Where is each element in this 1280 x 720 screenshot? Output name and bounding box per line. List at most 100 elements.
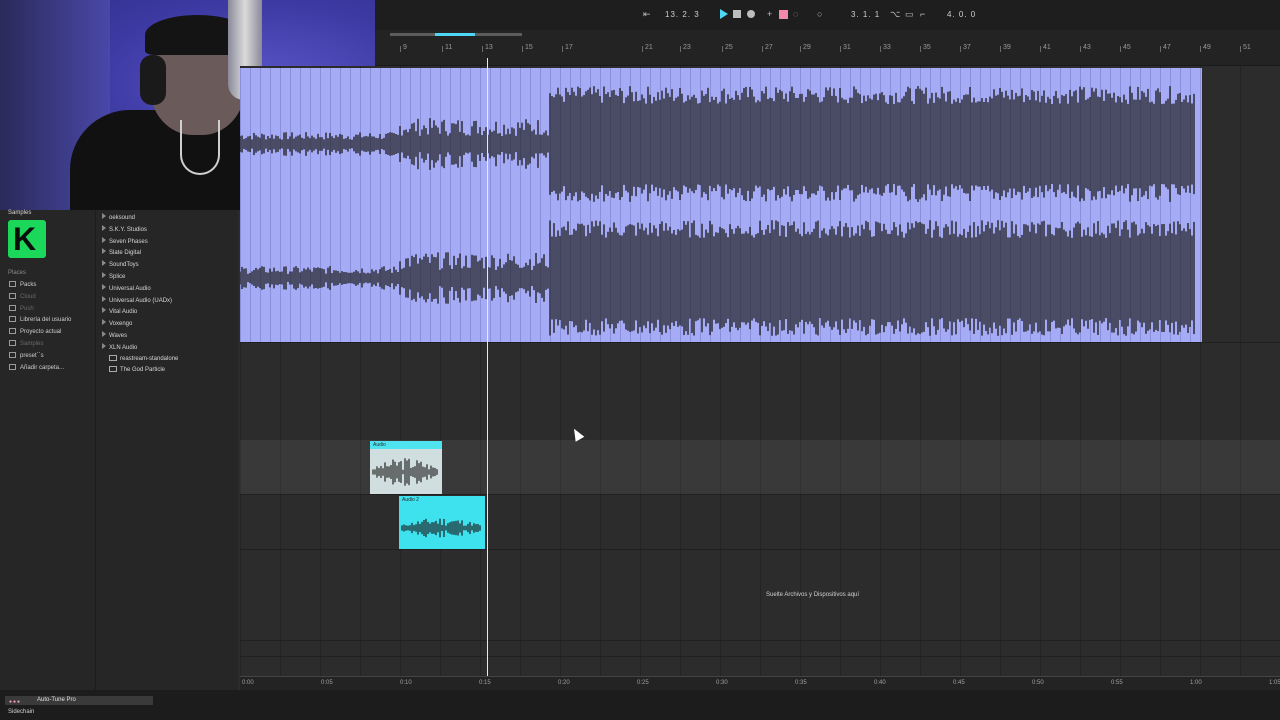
record-icon[interactable]: [747, 10, 755, 18]
bar-number: 51: [1240, 44, 1251, 52]
audio-clip-2[interactable]: Audio 2: [399, 496, 485, 549]
browser-item[interactable]: Waves: [102, 331, 127, 340]
audio-clip-main[interactable]: [240, 68, 1202, 342]
browser-item[interactable]: Splice: [102, 272, 125, 281]
expand-arrow-icon[interactable]: [102, 224, 106, 231]
browser-item[interactable]: The God Particle: [109, 366, 165, 374]
time-ruler[interactable]: 0:00 0:05 0:10 0:15 0:20 0:25 0:30 0:35 0:40 0:45…: [240, 676, 1280, 690]
time-tick: 0:45: [953, 680, 965, 686]
time-tick: 0:15: [479, 680, 491, 686]
expand-arrow-icon[interactable]: [102, 319, 106, 326]
bar-number: 37: [960, 44, 971, 52]
expand-arrow-icon[interactable]: [102, 283, 106, 290]
browser-item-label: Universal Audio (UADx): [109, 297, 173, 304]
expand-arrow-icon[interactable]: [102, 295, 106, 302]
expand-arrow-icon[interactable]: [102, 331, 106, 337]
browser-item[interactable]: Slate Digital: [102, 248, 141, 257]
expand-arrow-icon[interactable]: [102, 272, 106, 278]
places-item-label: Proyecto actual: [20, 329, 62, 336]
loop-brace[interactable]: [390, 33, 522, 36]
places-item[interactable]: Push: [9, 304, 34, 313]
punch-out-icon[interactable]: ⌐: [920, 9, 925, 20]
places-item[interactable]: Librería del usuario: [9, 316, 71, 324]
arrangement-view[interactable]: Audio Audio 2 Suelte Archivos y Disposit…: [240, 58, 1280, 676]
bar-number: 49: [1200, 44, 1211, 52]
automation-arm-icon[interactable]: [779, 10, 788, 19]
expand-arrow-icon[interactable]: [102, 307, 106, 314]
folder-icon: [9, 281, 16, 287]
folder-icon: [9, 328, 16, 335]
browser-item[interactable]: S.K.Y. Studios: [102, 224, 147, 234]
drop-zone-hint[interactable]: Suelte Archivos y Dispositivos aquí: [766, 592, 859, 598]
device-title-bar[interactable]: ●●● Auto-Tune Pro: [5, 696, 153, 705]
places-item[interactable]: preset´´s: [9, 351, 44, 360]
punch-in-icon[interactable]: ⌥: [890, 9, 900, 20]
browser-items-column: oeksound S.K.Y. Studios Seven Phases Slate …: [97, 210, 238, 690]
folder-icon: [9, 351, 16, 358]
time-tick: 0:40: [874, 680, 886, 686]
back-to-start-icon[interactable]: ⇤: [643, 9, 651, 20]
browser-item[interactable]: Universal Audio: [102, 283, 151, 293]
bar-number: 47: [1160, 44, 1171, 52]
expand-arrow-icon[interactable]: [102, 213, 106, 219]
loop-switch-icon[interactable]: ▭: [905, 9, 914, 20]
loop-length-field[interactable]: 4. 0. 0: [947, 9, 976, 20]
device-toggle-icon[interactable]: ●●●: [9, 698, 21, 707]
loop-start-field[interactable]: 3. 1. 1: [851, 9, 880, 20]
sidechain-label[interactable]: Sidechain: [8, 709, 34, 715]
time-tick: 0:10: [400, 680, 412, 686]
bar-ruler[interactable]: 9 11 13 15 17 21 23 25 27 29 31 33 35 37 39 41 43 45 47 49 5…: [375, 30, 1280, 66]
places-item[interactable]: Añadir carpeta...: [9, 363, 64, 372]
browser-item-label: Seven Phases: [109, 238, 148, 245]
bar-number: 45: [1120, 44, 1131, 52]
expand-arrow-icon[interactable]: [102, 260, 106, 267]
bar-number: 27: [762, 44, 773, 52]
stop-icon[interactable]: [733, 10, 741, 18]
places-item-label: Packs: [20, 282, 37, 288]
browser-item[interactable]: reastream-standalone: [109, 354, 178, 363]
transport-bar: ⇤ 13. 2. 3 + ◌ ○ 3. 1. 1 ⌥ ▭ ⌐ 4. 0. 0: [375, 0, 1280, 30]
places-item[interactable]: Proyecto actual: [9, 328, 61, 336]
bar-number: 33: [880, 44, 891, 52]
playhead[interactable]: [487, 58, 488, 676]
metronome-icon[interactable]: ◌: [793, 9, 798, 20]
places-item[interactable]: Samples: [9, 340, 43, 348]
browser-item-label: Waves: [109, 333, 128, 339]
browser-item[interactable]: Universal Audio (UADx): [102, 295, 173, 305]
file-icon: [109, 366, 117, 373]
browser-item-label: SoundToys: [109, 262, 139, 269]
device-view: ●●● Auto-Tune Pro Sidechain: [0, 690, 1280, 720]
browser-item-label: oeksound: [109, 215, 136, 221]
browser-item[interactable]: Vital Audio: [102, 307, 137, 316]
clip-title: Audio 2: [399, 496, 485, 504]
time-tick: 0:20: [558, 680, 570, 686]
song-position[interactable]: 13. 2. 3: [665, 9, 700, 20]
bar-number: 23: [680, 44, 691, 52]
play-icon[interactable]: [720, 9, 728, 19]
bar-number: 13: [482, 44, 493, 52]
time-tick: 0:30: [716, 680, 728, 686]
folder-icon: [9, 304, 16, 311]
expand-arrow-icon[interactable]: [102, 248, 106, 255]
browser-item[interactable]: SoundToys: [102, 260, 139, 269]
audio-clip[interactable]: Audio: [370, 441, 442, 494]
expand-arrow-icon[interactable]: [102, 342, 106, 349]
k-logo-icon: K: [8, 220, 46, 258]
places-item-label: Push: [20, 305, 34, 312]
expand-arrow-icon[interactable]: [102, 236, 106, 243]
browser-item[interactable]: oeksound: [102, 213, 135, 222]
add-icon[interactable]: +: [767, 9, 772, 20]
browser-header[interactable]: Samples: [8, 210, 31, 216]
time-tick: 0:50: [1032, 680, 1044, 686]
places-item-label: Cloud: [20, 293, 36, 300]
browser-item-label: S.K.Y. Studios: [109, 226, 147, 233]
places-item[interactable]: Cloud: [9, 292, 36, 301]
time-tick: 0:35: [795, 680, 807, 686]
time-tick: 0:55: [1111, 680, 1123, 686]
browser-item[interactable]: Seven Phases: [102, 236, 148, 246]
loop-icon[interactable]: ○: [817, 9, 822, 20]
browser-item[interactable]: Voxengo: [102, 319, 132, 328]
places-item[interactable]: Packs: [9, 281, 36, 289]
folder-icon: [9, 340, 16, 346]
browser-item[interactable]: XLN Audio: [102, 342, 137, 352]
